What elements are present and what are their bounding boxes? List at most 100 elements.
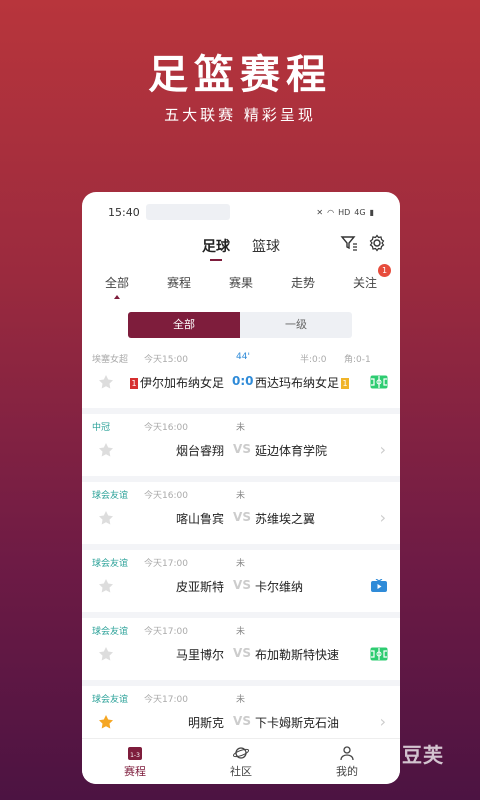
filter-tabs: 全部 赛程 赛果 走势 关注 1 — [82, 262, 400, 302]
match-time: 今天16:00 — [144, 491, 188, 501]
star-icon-filled[interactable] — [98, 714, 114, 730]
corner-count: 角:0-1 — [344, 355, 371, 365]
nav-community-label: 社区 — [230, 764, 252, 778]
follow-badge: 1 — [378, 263, 391, 277]
home-team-name: 明斯克 — [187, 716, 224, 730]
svg-text:1-3: 1-3 — [130, 752, 140, 759]
phone-screen: 15:40 ✕ ◠ HD 4G ▮ 足球 篮球 全部 赛程 赛果 走势 关注 1… — [82, 192, 400, 784]
home-team-name: 马里博尔 — [175, 648, 224, 662]
4g-icon: 4G — [354, 207, 366, 217]
user-icon — [340, 745, 354, 760]
planet-icon — [233, 746, 249, 759]
promo-title: 足篮赛程 — [148, 52, 332, 98]
status-notification-area — [145, 204, 230, 220]
away-team-name: 西达玛布纳女足 — [255, 376, 340, 390]
match-time: 今天17:00 — [144, 695, 188, 705]
subtab-all[interactable]: 全部 — [99, 274, 135, 299]
star-icon[interactable] — [98, 510, 114, 526]
star-icon[interactable] — [98, 578, 114, 594]
half-score: 半:0:0 — [300, 355, 327, 365]
nav-schedule-label: 赛程 — [124, 764, 146, 778]
match-status: 未 — [236, 559, 246, 569]
yellow-card-icon: 1 — [341, 378, 350, 389]
match-status: 未 — [236, 491, 246, 501]
sport-tabs: 足球 篮球 — [82, 232, 400, 261]
watermark: 智豆芙 — [381, 743, 444, 767]
match-minute: 44' — [236, 352, 250, 362]
home-team-name: 皮亚斯特 — [175, 580, 224, 594]
star-icon[interactable] — [98, 374, 114, 390]
subtab-trends[interactable]: 走势 — [285, 274, 321, 291]
promo-subtitle: 五大联赛 精彩呈现 — [164, 106, 316, 124]
status-icons: ✕ ◠ HD 4G ▮ — [316, 208, 374, 217]
schedule-icon: 1-3 — [128, 746, 142, 760]
status-time: 15:40 — [108, 205, 140, 219]
match-time: 今天17:00 — [144, 559, 188, 569]
match-status: 未 — [236, 627, 246, 637]
home-team-name: 伊尔加布纳女足 — [139, 376, 224, 390]
league-name: 中冠 — [92, 423, 111, 433]
match-row[interactable]: 球会友谊 今天17:00 未 马里博尔 VS 布加勒斯特快速 — [82, 618, 400, 686]
chevron-right-icon[interactable]: › — [380, 714, 386, 730]
wifi-icon: ◠ — [327, 207, 335, 217]
match-status: 未 — [236, 423, 246, 433]
home-team-name: 烟台睿翔 — [175, 444, 224, 458]
away-team-name: 延边体育学院 — [255, 444, 328, 458]
battery-icon: ▮ — [369, 207, 374, 217]
nav-profile[interactable]: 我的 — [336, 745, 358, 779]
tab-football[interactable]: 足球 — [202, 236, 230, 261]
chevron-right-icon[interactable]: › — [380, 510, 386, 526]
vs-label: VS — [233, 442, 251, 456]
chevron-right-icon[interactable]: › — [380, 442, 386, 458]
subtab-follow-label: 关注 — [352, 275, 377, 290]
filter-icon[interactable] — [340, 234, 358, 252]
nav-community[interactable]: 社区 — [230, 745, 252, 779]
away-team: 西达玛布纳女足 1 — [255, 374, 350, 391]
match-list: 埃塞女超 今天15:00 44' 半:0:0 角:0-1 1 伊尔加布纳女足 0:… — [82, 346, 400, 754]
mute-icon: ✕ — [316, 207, 324, 217]
league-name: 埃塞女超 — [92, 355, 129, 365]
league-name: 球会友谊 — [92, 695, 129, 705]
vs-label: VS — [233, 578, 251, 592]
league-name: 球会友谊 — [92, 627, 129, 637]
status-bar: 15:40 ✕ ◠ HD 4G ▮ — [82, 192, 400, 232]
home-team: 1 伊尔加布纳女足 — [129, 374, 224, 391]
subtab-follow[interactable]: 关注 1 — [347, 263, 391, 291]
subtab-results[interactable]: 赛果 — [223, 274, 259, 291]
match-row[interactable]: 中冠 今天16:00 未 烟台睿翔 VS 延边体育学院 › — [82, 414, 400, 482]
settings-icon[interactable] — [368, 234, 386, 252]
tv-icon[interactable] — [370, 579, 388, 593]
nav-schedule[interactable]: 1-3 赛程 — [124, 745, 146, 779]
away-team-name: 布加勒斯特快速 — [255, 648, 340, 662]
match-row[interactable]: 球会友谊 今天17:00 未 皮亚斯特 VS 卡尔维纳 — [82, 550, 400, 618]
home-team-name: 喀山鲁宾 — [175, 512, 224, 526]
match-row[interactable]: 埃塞女超 今天15:00 44' 半:0:0 角:0-1 1 伊尔加布纳女足 0:… — [82, 346, 400, 414]
vs-label: VS — [233, 646, 251, 660]
segment-level-one[interactable]: 一级 — [240, 312, 352, 338]
away-team-name: 下卡姆斯克石油 — [255, 716, 340, 730]
tab-basketball[interactable]: 篮球 — [252, 236, 280, 256]
away-team-name: 苏维埃之翼 — [255, 512, 316, 526]
star-icon[interactable] — [98, 646, 114, 662]
star-icon[interactable] — [98, 442, 114, 458]
live-field-icon[interactable] — [370, 375, 388, 389]
subtab-schedule[interactable]: 赛程 — [161, 274, 197, 291]
live-score: 0:0 — [232, 374, 254, 388]
vs-label: VS — [233, 510, 251, 524]
live-field-icon[interactable] — [370, 647, 388, 661]
match-time: 今天17:00 — [144, 627, 188, 637]
match-time: 今天16:00 — [144, 423, 188, 433]
level-switch: 全部 一级 — [128, 312, 352, 338]
segment-all[interactable]: 全部 — [128, 312, 240, 338]
vs-label: VS — [233, 714, 251, 728]
red-card-icon: 1 — [129, 378, 138, 389]
league-name: 球会友谊 — [92, 559, 129, 569]
nav-profile-label: 我的 — [336, 764, 358, 778]
away-team-name: 卡尔维纳 — [255, 580, 304, 594]
bottom-nav: 1-3 赛程 社区 我的 — [82, 738, 400, 784]
league-name: 球会友谊 — [92, 491, 129, 501]
match-time: 今天15:00 — [144, 355, 188, 365]
hd-icon: HD — [338, 207, 351, 217]
match-row[interactable]: 球会友谊 今天16:00 未 喀山鲁宾 VS 苏维埃之翼 › — [82, 482, 400, 550]
match-status: 未 — [236, 695, 246, 705]
